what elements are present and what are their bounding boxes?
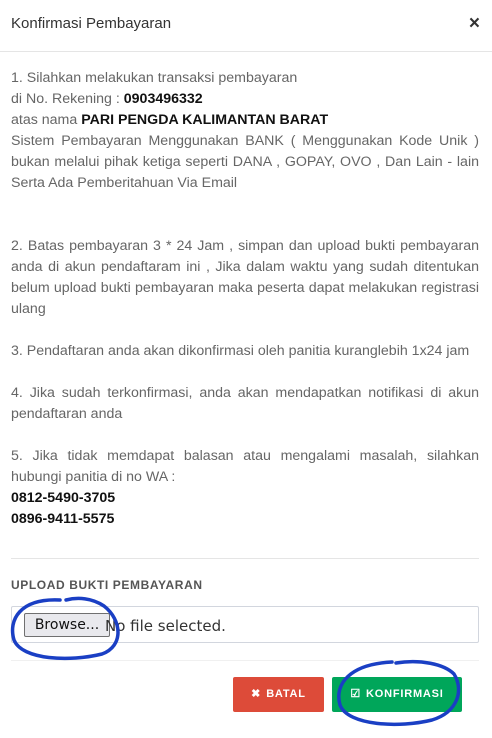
file-input[interactable]: Browse... No file selected. — [11, 606, 479, 643]
modal-title: Konfirmasi Pembayaran — [11, 15, 172, 32]
confirm-button-label: KONFIRMASI — [366, 688, 444, 700]
account-number: 0903496332 — [123, 91, 203, 107]
modal-header: Konfirmasi Pembayaran × — [0, 0, 492, 52]
account-name-prefix: atas nama — [11, 112, 82, 128]
instructions: 1. Silahkan melakukan transaksi pembayar… — [11, 68, 479, 530]
step-1-text: 1. Silahkan melakukan transaksi pembayar… — [11, 70, 298, 86]
divider — [11, 558, 479, 559]
account-name: PARI PENGDA KALIMANTAN BARAT — [81, 112, 329, 128]
step-5-text: 5. Jika tidak memdapat balasan atau meng… — [11, 448, 479, 485]
phone-number-1: 0812-5490-3705 — [11, 490, 116, 506]
check-square-icon: ☑ — [350, 688, 361, 700]
phone-number-2: 0896-9411-5575 — [11, 511, 115, 527]
upload-label: UPLOAD BUKTI PEMBAYARAN — [11, 578, 203, 592]
browse-button[interactable]: Browse... — [24, 613, 110, 637]
account-name-line: atas nama PARI PENGDA KALIMANTAN BARAT — [11, 110, 479, 131]
cancel-button-label: BATAL — [266, 688, 306, 700]
step-2-text: 2. Batas pembayaran 3 * 24 Jam , simpan … — [11, 238, 479, 317]
cancel-button[interactable]: ✖ BATAL — [233, 677, 324, 712]
footer-divider — [11, 660, 479, 661]
account-number-line: di No. Rekening : 0903496332 — [11, 89, 479, 110]
file-status-text: No file selected. — [105, 617, 226, 635]
payment-system-note: Sistem Pembayaran Menggunakan BANK ( Men… — [11, 133, 479, 191]
step-4-text: 4. Jika sudah terkonfirmasi, anda akan m… — [11, 385, 479, 422]
close-icon[interactable]: × — [469, 14, 480, 34]
times-icon: ✖ — [251, 688, 262, 700]
account-number-prefix: di No. Rekening : — [11, 91, 124, 107]
step-3-text: 3. Pendaftaran anda akan dikonfirmasi ol… — [11, 343, 470, 359]
confirm-button[interactable]: ☑ KONFIRMASI — [332, 677, 462, 712]
